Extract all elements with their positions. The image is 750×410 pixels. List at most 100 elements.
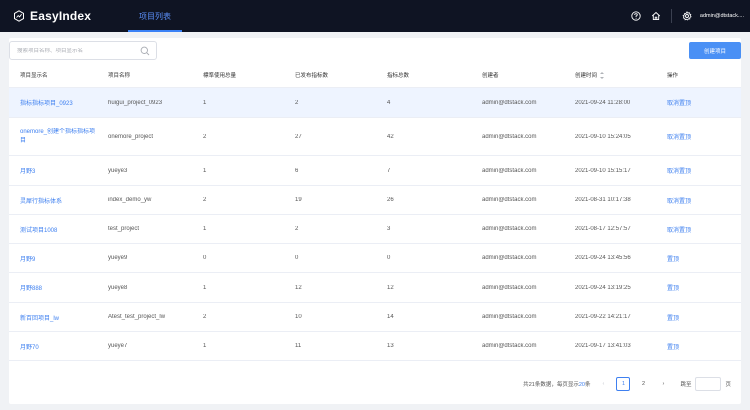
usage-cell: 2 (203, 314, 207, 320)
table-row: 月野3 yueye3 1 6 7 admin@dtstack.com 2021-… (9, 156, 741, 186)
created-time-cell: 2021-09-10 15:24:05 (575, 133, 631, 140)
sort-icon[interactable] (600, 72, 605, 80)
project-display-link[interactable]: 灵犀行指标体系 (9, 196, 97, 205)
created-time-cell: 2021-09-24 13:45:56 (575, 255, 631, 261)
created-time-cell: 2021-09-10 15:15:17 (575, 167, 631, 174)
project-name-cell: index_demo_yw (108, 197, 152, 203)
created-time-cell: 2021-09-24 13:19:25 (575, 284, 631, 291)
pin-action-button[interactable]: 置顶 (656, 254, 741, 263)
usage-cell: 1 (203, 167, 207, 174)
pin-action-button[interactable]: 取消置顶 (656, 98, 741, 107)
jump-page-input[interactable] (695, 377, 722, 391)
column-header-actions: 操作 (667, 73, 679, 79)
created-time-label: 创建时间 (575, 72, 598, 79)
pin-action-button[interactable]: 取消置顶 (656, 196, 741, 205)
creator-cell: admin@dtstack.com (482, 255, 537, 261)
project-display-link[interactable]: 月野70 (9, 342, 97, 351)
metric-total-cell: 42 (387, 133, 394, 140)
logo-icon (14, 10, 24, 22)
app-logo[interactable]: EasyIndex (13, 9, 91, 23)
total-suffix: 条 (584, 382, 591, 388)
column-header-creator: 创建者 (482, 73, 499, 79)
project-display-link[interactable]: onemore_创建个指标指标项目 (9, 128, 97, 146)
project-display-link[interactable]: 月野9 (9, 254, 97, 263)
table-row: 月野9 yueye9 0 0 0 admin@dtstack.com 2021-… (9, 244, 741, 273)
column-header-project-name: 项目名称 (108, 73, 131, 79)
created-time-cell: 2021-09-22 14:21:17 (575, 314, 631, 320)
project-name-cell: yueye7 (108, 343, 128, 349)
search-input[interactable] (17, 47, 137, 54)
user-account-menu[interactable]: admin@dtstack.... (700, 13, 744, 19)
help-icon[interactable] (629, 9, 643, 23)
project-list-panel: 创建项目 项目显示名 项目名称 標準使用总量 已发布指标数 指标总数 创建者 创… (9, 38, 741, 404)
metric-total-cell: 0 (387, 255, 391, 261)
metric-total-cell: 3 (387, 226, 391, 232)
project-name-cell: Atest_test_project_lw (108, 314, 166, 320)
page-unit-label: 页 (725, 382, 731, 388)
creator-cell: admin@dtstack.com (482, 99, 537, 106)
usage-cell: 2 (203, 197, 207, 203)
jump-label: 跳至 (680, 382, 692, 388)
page-button-1[interactable]: 1 (616, 377, 631, 391)
search-icon[interactable] (140, 46, 150, 56)
creator-cell: admin@dtstack.com (482, 197, 537, 203)
usage-cell: 1 (203, 99, 207, 106)
pagination-total: 共21条数据，每页显示20条 (523, 380, 590, 388)
project-name-cell: yueye3 (108, 167, 128, 174)
header-divider (670, 9, 672, 23)
creator-cell: admin@dtstack.com (482, 343, 537, 349)
published-cell: 6 (295, 167, 299, 174)
published-cell: 11 (295, 343, 302, 349)
usage-cell: 1 (203, 226, 207, 232)
page-button-2[interactable]: 2 (636, 377, 651, 391)
column-header-standard-usage: 標準使用总量 (203, 73, 237, 79)
creator-cell: admin@dtstack.com (482, 284, 537, 291)
project-name-cell: yueye9 (108, 255, 128, 261)
metric-total-cell: 7 (387, 167, 391, 174)
table-header: 项目显示名 项目名称 標準使用总量 已发布指标数 指标总数 创建者 创建时间 操… (9, 63, 741, 88)
creator-cell: admin@dtstack.com (482, 133, 537, 140)
project-name-cell: yueye8 (108, 284, 128, 291)
search-box[interactable] (9, 41, 157, 60)
column-header-created-time[interactable]: 创建时间 (564, 71, 656, 80)
published-cell: 19 (295, 197, 302, 203)
created-time-cell: 2021-08-17 12:57:57 (575, 226, 631, 232)
creator-cell: admin@dtstack.com (482, 226, 537, 232)
pin-action-button[interactable]: 取消置顶 (656, 225, 741, 234)
total-mid: 条数据，每页显示 (534, 382, 579, 388)
next-page-chevron-right-icon[interactable]: › (656, 377, 671, 391)
usage-cell: 1 (203, 343, 207, 349)
created-time-cell: 2021-09-17 13:41:03 (575, 343, 631, 349)
settings-gear-icon[interactable] (680, 9, 694, 23)
project-display-link[interactable]: 新百回项目_lw (9, 313, 97, 322)
creator-cell: admin@dtstack.com (482, 167, 537, 174)
pin-action-button[interactable]: 取消置顶 (656, 166, 741, 175)
pin-action-button[interactable]: 置顶 (656, 313, 741, 322)
metric-total-cell: 13 (387, 343, 394, 349)
home-icon[interactable] (649, 9, 663, 23)
table-row: onemore_创建个指标指标项目 onemore_project 2 27 4… (9, 118, 741, 156)
pagination: 共21条数据，每页显示20条 ‹ 1 2 › 跳至 页 (523, 374, 731, 394)
table-row: 新百回项目_lw Atest_test_project_lw 2 10 14 a… (9, 303, 741, 332)
usage-cell: 2 (203, 133, 207, 140)
project-display-link[interactable]: 月野3 (9, 166, 97, 175)
project-name-cell: test_project (108, 226, 140, 232)
usage-cell: 0 (203, 255, 207, 261)
published-cell: 2 (295, 226, 299, 232)
prev-page-chevron-left-icon[interactable]: ‹ (596, 377, 611, 391)
published-cell: 2 (295, 99, 299, 106)
pin-action-button[interactable]: 置顶 (656, 342, 741, 351)
project-display-link[interactable]: 测试项目1008 (9, 225, 97, 234)
project-display-link[interactable]: 月野888 (9, 283, 97, 292)
published-cell: 10 (295, 314, 302, 320)
pin-action-button[interactable]: 取消置顶 (656, 132, 741, 141)
tab-project-list[interactable]: 项目列表 (128, 0, 182, 32)
metric-total-cell: 14 (387, 314, 394, 320)
project-display-link[interactable]: 指标指标项目_0923 (9, 98, 97, 107)
pin-action-button[interactable]: 置顶 (656, 283, 741, 292)
create-project-button[interactable]: 创建项目 (689, 42, 741, 59)
table-row: 月野70 yueye7 1 11 13 admin@dtstack.com 20… (9, 332, 741, 361)
metric-total-cell: 26 (387, 197, 394, 203)
project-name-cell: huigui_project_0923 (108, 99, 163, 106)
app-name: EasyIndex (30, 9, 92, 23)
